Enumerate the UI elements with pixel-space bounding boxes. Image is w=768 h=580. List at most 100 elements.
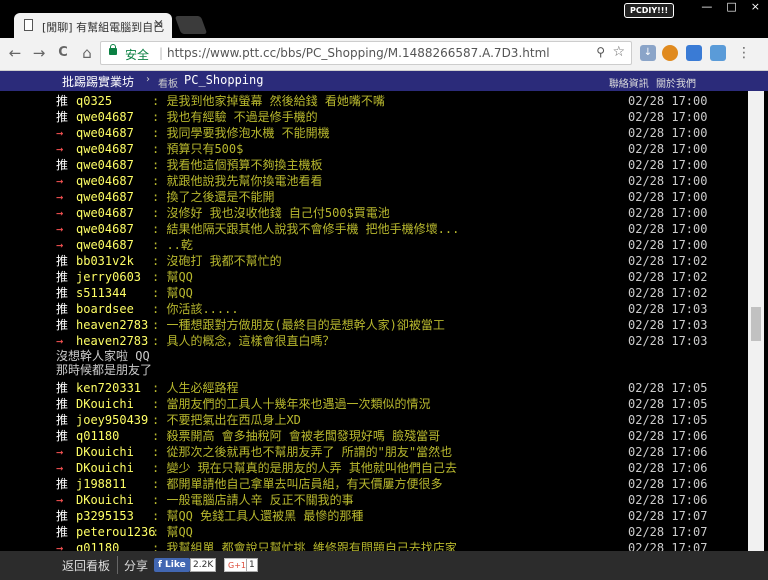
back-arrow-icon[interactable]: ← — [6, 44, 24, 62]
share-label: 分享 — [124, 559, 149, 573]
comment-text: : 換了之後還是不能開 — [152, 190, 275, 204]
comment-user[interactable]: q01180 — [76, 428, 119, 444]
comment-user[interactable]: peterou1236 — [76, 524, 155, 540]
comment-text: : 當朋友們的工具人十幾年來也遇過一次類似的情況 — [152, 397, 431, 411]
comment-user[interactable]: j198811 — [76, 476, 127, 492]
lock-icon — [109, 44, 117, 55]
comment-user[interactable]: boardsee — [76, 301, 134, 317]
comment-tag: → — [56, 142, 64, 156]
bookmark-star-icon[interactable]: ☆ — [612, 44, 625, 60]
comment-time: 02/28 17:05 — [628, 381, 708, 395]
comment-tag: 推 — [56, 302, 69, 316]
tab-close-icon[interactable]: × — [153, 17, 164, 32]
comment-user[interactable]: p3295153 — [76, 508, 134, 524]
ptt-topbar: 批踢踢實業坊 › 看板 PC_Shopping 聯絡資訊 關於我們 — [0, 71, 768, 91]
download-extension-icon[interactable]: ↓ — [640, 45, 656, 61]
extension-icon[interactable] — [662, 45, 678, 61]
comment-user[interactable]: qwe04687 — [76, 237, 134, 253]
search-icon[interactable]: ⚲ — [596, 45, 605, 59]
comment-user[interactable]: q0325 — [76, 93, 112, 109]
bottom-bar: 返回看板 分享 f Like 2.2K G+1 1 — [0, 551, 768, 580]
forward-arrow-icon[interactable]: → — [30, 44, 48, 62]
breadcrumb-board[interactable]: PC_Shopping — [184, 73, 263, 87]
comment-user[interactable]: q01180 — [76, 540, 119, 551]
comment-text: : 幫QQ — [152, 286, 193, 300]
comment-user[interactable]: qwe04687 — [76, 125, 134, 141]
comment-text: : 我也有經驗 不過是修手機的 — [152, 110, 318, 124]
comment-user[interactable]: heaven2783 — [76, 317, 148, 333]
comment-time: 02/28 17:05 — [628, 397, 708, 411]
comment-time: 02/28 17:07 — [628, 509, 708, 523]
comment-text: : 一般電腦店請人辛 反正不關我的事 — [152, 493, 354, 507]
comment-tag: 推 — [56, 525, 69, 539]
comment-user[interactable]: qwe04687 — [76, 109, 134, 125]
site-logo[interactable]: 批踢踢實業坊 — [62, 73, 134, 90]
breadcrumb-label: 看板 — [158, 79, 178, 90]
image-extension-icon[interactable] — [710, 45, 726, 61]
comment-user[interactable]: qwe04687 — [76, 221, 134, 237]
comment-text: : 人生必經路程 — [152, 381, 239, 395]
comment-user[interactable]: DKouichi — [76, 396, 134, 412]
url-text[interactable]: https://www.ptt.cc/bbs/PC_Shopping/M.148… — [167, 46, 550, 60]
comment-tag: 推 — [56, 158, 69, 172]
comment-time: 02/28 17:02 — [628, 254, 708, 268]
new-tab-button[interactable] — [174, 16, 208, 34]
comment-time: 02/28 17:06 — [628, 477, 708, 491]
comment-text: : 不要把氣出在西瓜身上XD — [152, 413, 301, 427]
back-to-board-button[interactable]: 返回看板 — [62, 557, 110, 574]
comment-time: 02/28 17:00 — [628, 126, 708, 140]
comment-user[interactable]: qwe04687 — [76, 205, 134, 221]
scrollbar-thumb[interactable] — [751, 307, 761, 341]
comment-time: 02/28 17:00 — [628, 222, 708, 236]
facebook-like-button[interactable]: f Like — [154, 558, 190, 572]
comment-user[interactable]: DKouichi — [76, 444, 134, 460]
comment-user[interactable]: ken720331 — [76, 380, 141, 396]
menu-icon[interactable]: ⋮ — [736, 45, 752, 61]
comment-text: : 具人的概念，這樣會很直白嗎？ — [152, 334, 335, 348]
comment-user[interactable]: qwe04687 — [76, 141, 134, 157]
comment-time: 02/28 17:06 — [628, 445, 708, 459]
comment-user[interactable]: qwe04687 — [76, 173, 134, 189]
browser-titlebar: [閒聊] 有幫組電腦到自已 × PCDIY!!! — □ × — [0, 0, 768, 38]
comment-user[interactable]: DKouichi — [76, 492, 134, 508]
comment-user[interactable]: joey950439 — [76, 412, 148, 428]
comment-tag: 推 — [56, 254, 69, 268]
browser-tab[interactable]: [閒聊] 有幫組電腦到自已 × — [14, 13, 172, 38]
facebook-like-count: 2.2K — [190, 558, 217, 572]
comment-tag: → — [56, 222, 64, 236]
window-controls: — □ × — [701, 0, 760, 16]
comment-time: 02/28 17:07 — [628, 541, 708, 551]
comment-text: : ..乾 — [152, 238, 193, 252]
brand-badge: PCDIY!!! — [624, 3, 675, 18]
comment-user[interactable]: qwe04687 — [76, 189, 134, 205]
reload-icon[interactable]: C — [54, 44, 72, 62]
maximize-icon[interactable]: □ — [726, 0, 736, 16]
comment-time: 02/28 17:02 — [628, 270, 708, 284]
window-close-icon[interactable]: × — [751, 0, 760, 16]
comment-time: 02/28 17:00 — [628, 206, 708, 220]
comment-list: 推 q0325: 是我到他家掉螢幕 然後給錢 看她嘴不嘴 02/28 17:00 推 q… — [0, 91, 748, 551]
comment-tag: 推 — [56, 397, 69, 411]
home-icon[interactable]: ⌂ — [78, 44, 96, 62]
comment-user[interactable]: s511344 — [76, 285, 127, 301]
comment-user[interactable]: qwe04687 — [76, 157, 134, 173]
profile-extension-icon[interactable] — [686, 45, 702, 61]
footer-divider — [117, 556, 118, 574]
comment-user[interactable]: bb031v2k — [76, 253, 134, 269]
address-separator: | — [159, 46, 164, 60]
comment-user[interactable]: heaven2783 — [76, 333, 148, 349]
comment-time: 02/28 17:07 — [628, 525, 708, 539]
comment-text: : 從那次之後就再也不幫朋友弄了 所謂的"朋友"當然也 — [152, 445, 453, 459]
comment-user[interactable]: DKouichi — [76, 460, 134, 476]
comment-time: 02/28 17:00 — [628, 94, 708, 108]
minimize-icon[interactable]: — — [701, 0, 712, 16]
comment-time: 02/28 17:00 — [628, 142, 708, 156]
contact-link[interactable]: 聯絡資訊 — [609, 79, 649, 90]
about-link[interactable]: 關於我們 — [656, 79, 696, 90]
comment-time: 02/28 17:03 — [628, 334, 708, 348]
comment-user[interactable]: jerry0603 — [76, 269, 141, 285]
comment-text: : 沒砲打 我都不幫忙的 — [152, 254, 282, 268]
scrollbar[interactable] — [748, 91, 764, 551]
comment-tag: 推 — [56, 429, 69, 443]
address-bar[interactable]: 安全 | https://www.ptt.cc/bbs/PC_Shopping/… — [100, 41, 632, 65]
